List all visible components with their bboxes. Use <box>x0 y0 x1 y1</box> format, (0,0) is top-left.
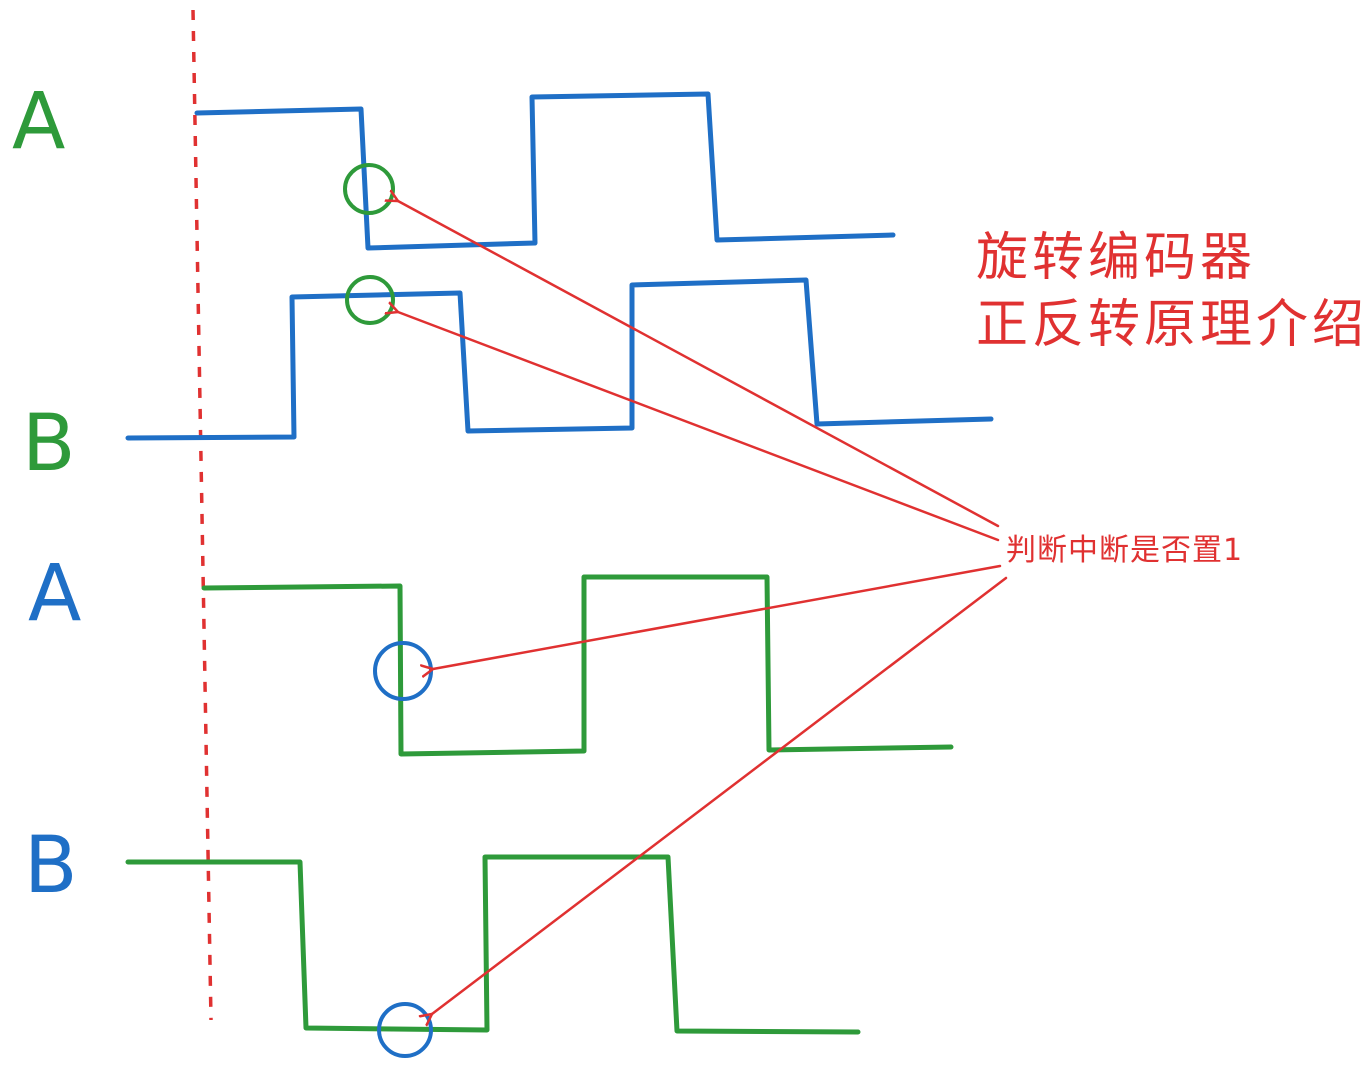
label-a-top: A <box>12 77 65 167</box>
title-line-2: 正反转原理介绍 <box>976 295 1368 355</box>
waveform-a-top <box>194 91 896 251</box>
title-line-1: 旋转编码器 <box>976 228 1256 288</box>
arrow-to-a-top <box>398 201 1000 528</box>
interrupt-note: 判断中断是否置1 <box>1006 533 1243 568</box>
waveform-b-bottom <box>125 854 861 1035</box>
edge-marker-b-top <box>345 275 395 325</box>
edge-marker-a-top <box>343 163 395 215</box>
arrow-to-a-bottom <box>433 564 1002 669</box>
arrow-to-b-top <box>398 312 1000 542</box>
label-b-bottom: B <box>24 821 78 911</box>
reference-dashed-line <box>191 9 213 1021</box>
arrow-to-b-bottom <box>432 576 1008 1014</box>
encoder-diagram: A B A B 旋转编码器 正反转原理介绍 判断中断是否置1 <box>12 9 1368 1058</box>
waveform-a-bottom <box>201 574 954 757</box>
waveform-b-top <box>125 277 994 441</box>
label-b-top: B <box>22 399 76 489</box>
label-a-bottom: A <box>28 549 81 639</box>
